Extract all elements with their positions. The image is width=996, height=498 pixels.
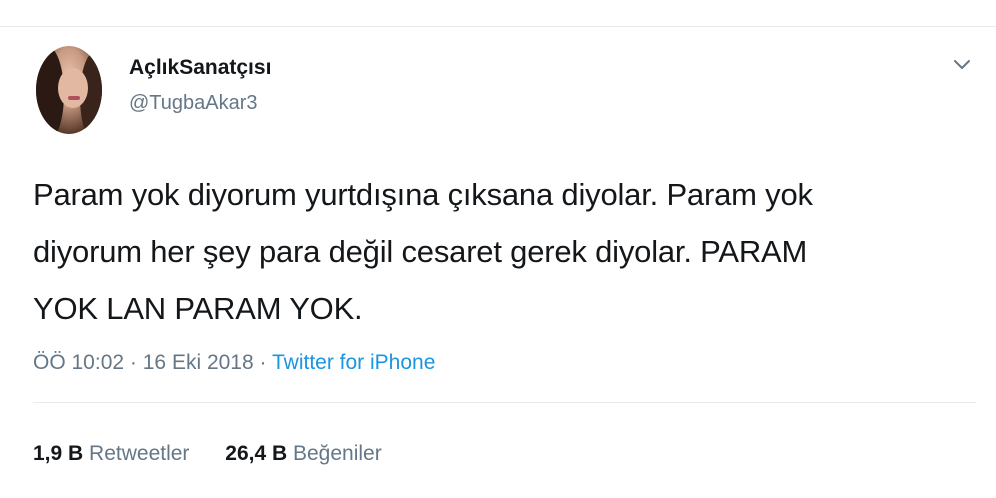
likes-label: Beğeniler xyxy=(293,442,382,465)
user-handle[interactable]: @TugbaAkar3 xyxy=(129,92,258,115)
tweet-line: YOK LAN PARAM YOK. xyxy=(33,291,363,326)
chevron-down-icon[interactable] xyxy=(950,54,974,76)
tweet-line: Param yok diyorum yurtdışına çıksana diy… xyxy=(33,177,813,212)
tweet-line: diyorum her şey para değil cesaret gerek… xyxy=(33,234,808,269)
tweet-text: Param yok diyorum yurtdışına çıksana diy… xyxy=(33,166,983,337)
meta-divider xyxy=(33,402,976,403)
likes-stat[interactable]: 26,4 B Beğeniler xyxy=(225,442,381,465)
display-name[interactable]: AçlıkSanatçısı xyxy=(129,56,271,80)
retweets-label: Retweetler xyxy=(89,442,190,465)
meta-separator: · xyxy=(129,351,137,374)
source-link[interactable]: Twitter for iPhone xyxy=(272,351,435,374)
tweet-meta: ÖÖ 10:02 · 16 Eki 2018 · Twitter for iPh… xyxy=(33,351,435,375)
avatar-face xyxy=(58,68,88,108)
tweet-time[interactable]: ÖÖ 10:02 xyxy=(33,351,124,374)
top-divider xyxy=(0,26,996,27)
retweets-count: 1,9 B xyxy=(33,442,84,465)
likes-count: 26,4 B xyxy=(225,442,288,465)
tweet-date[interactable]: 16 Eki 2018 xyxy=(143,351,254,374)
meta-separator: · xyxy=(259,351,267,374)
avatar-lips xyxy=(68,96,80,100)
tweet-stats: 1,9 B Retweetler 26,4 B Beğeniler xyxy=(33,442,382,466)
avatar[interactable] xyxy=(36,46,102,134)
retweets-stat[interactable]: 1,9 B Retweetler xyxy=(33,442,195,465)
